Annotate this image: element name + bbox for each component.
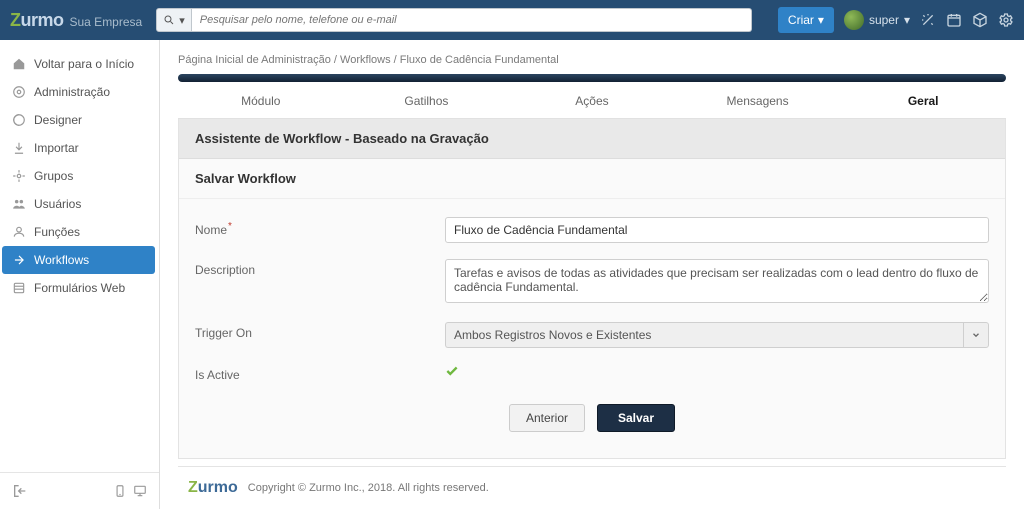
tab-mensagens[interactable]: Mensagens — [675, 84, 841, 118]
workflow-form: Nome* Description Tarefas e avisos de to… — [179, 199, 1005, 458]
name-label: Nome — [195, 223, 227, 237]
search-scope-button[interactable]: ▾ — [156, 8, 192, 32]
breadcrumb-workflows[interactable]: Workflows — [340, 54, 391, 66]
sidebar-item-designer[interactable]: Designer — [0, 106, 159, 134]
sidebar-item-home[interactable]: Voltar para o Início — [0, 50, 159, 78]
breadcrumb: Página Inicial de Administração / Workfl… — [178, 54, 1006, 66]
tab-acoes[interactable]: Ações — [509, 84, 675, 118]
tab-geral[interactable]: Geral — [840, 84, 1006, 118]
description-field[interactable]: Tarefas e avisos de todas as atividades … — [445, 259, 989, 303]
company-name: Sua Empresa — [70, 15, 143, 29]
mobile-icon[interactable] — [113, 484, 127, 498]
panel-title: Assistente de Workflow - Baseado na Grav… — [179, 119, 1005, 159]
breadcrumb-current: Fluxo de Cadência Fundamental — [400, 54, 559, 66]
sidebar-item-roles[interactable]: Funções — [0, 218, 159, 246]
active-label: Is Active — [195, 364, 445, 382]
gear-icon[interactable] — [998, 12, 1014, 28]
search-input[interactable] — [192, 8, 752, 32]
wizard-tabs: Módulo Gatilhos Ações Mensagens Geral — [178, 84, 1006, 119]
wizard-progress-bar — [178, 74, 1006, 82]
footer: Zurmo Copyright © Zurmo Inc., 2018. All … — [178, 466, 1006, 509]
sidebar-item-workflows[interactable]: Workflows — [2, 246, 155, 274]
topbar-right: Criar▾ super▾ — [778, 7, 1014, 33]
logo[interactable]: Zurmo Sua Empresa — [10, 10, 142, 31]
wand-icon[interactable] — [920, 12, 936, 28]
footer-copyright: Copyright © Zurmo Inc., 2018. All rights… — [248, 482, 489, 494]
user-menu[interactable]: super▾ — [844, 10, 910, 30]
active-checkbox[interactable] — [445, 364, 459, 378]
sidebar: Voltar para o Início Administração Desig… — [0, 40, 160, 509]
panel-subtitle: Salvar Workflow — [179, 159, 1005, 199]
sidebar-item-webforms[interactable]: Formulários Web — [0, 274, 159, 302]
sidebar-item-admin[interactable]: Administração — [0, 78, 159, 106]
wizard-panel: Assistente de Workflow - Baseado na Grav… — [178, 119, 1006, 459]
button-row: Anterior Salvar — [195, 390, 989, 438]
trigger-selected-value: Ambos Registros Novos e Existentes — [445, 322, 963, 348]
cube-icon[interactable] — [972, 12, 988, 28]
sidebar-menu: Voltar para o Início Administração Desig… — [0, 40, 159, 302]
footer-logo: Zurmo — [188, 479, 238, 497]
desktop-icon[interactable] — [133, 484, 147, 498]
sidebar-item-groups[interactable]: Grupos — [0, 162, 159, 190]
chevron-down-icon[interactable] — [963, 322, 989, 348]
topbar: Zurmo Sua Empresa ▾ Criar▾ super▾ — [0, 0, 1024, 40]
save-button[interactable]: Salvar — [597, 404, 675, 432]
main-content: Página Inicial de Administração / Workfl… — [160, 40, 1024, 509]
search-scope-wrap: ▾ — [156, 8, 752, 32]
avatar-icon — [844, 10, 864, 30]
trigger-label: Trigger On — [195, 322, 445, 340]
trigger-select[interactable]: Ambos Registros Novos e Existentes — [445, 322, 989, 348]
sidebar-footer — [0, 472, 159, 509]
sidebar-item-import[interactable]: Importar — [0, 134, 159, 162]
criar-button[interactable]: Criar▾ — [778, 7, 834, 33]
description-label: Description — [195, 259, 445, 277]
name-field[interactable] — [445, 217, 989, 243]
tab-gatilhos[interactable]: Gatilhos — [344, 84, 510, 118]
tab-modulo[interactable]: Módulo — [178, 84, 344, 118]
collapse-icon[interactable] — [12, 483, 28, 499]
calendar-icon[interactable] — [946, 12, 962, 28]
breadcrumb-admin[interactable]: Página Inicial de Administração — [178, 54, 331, 66]
sidebar-item-users[interactable]: Usuários — [0, 190, 159, 218]
previous-button[interactable]: Anterior — [509, 404, 585, 432]
